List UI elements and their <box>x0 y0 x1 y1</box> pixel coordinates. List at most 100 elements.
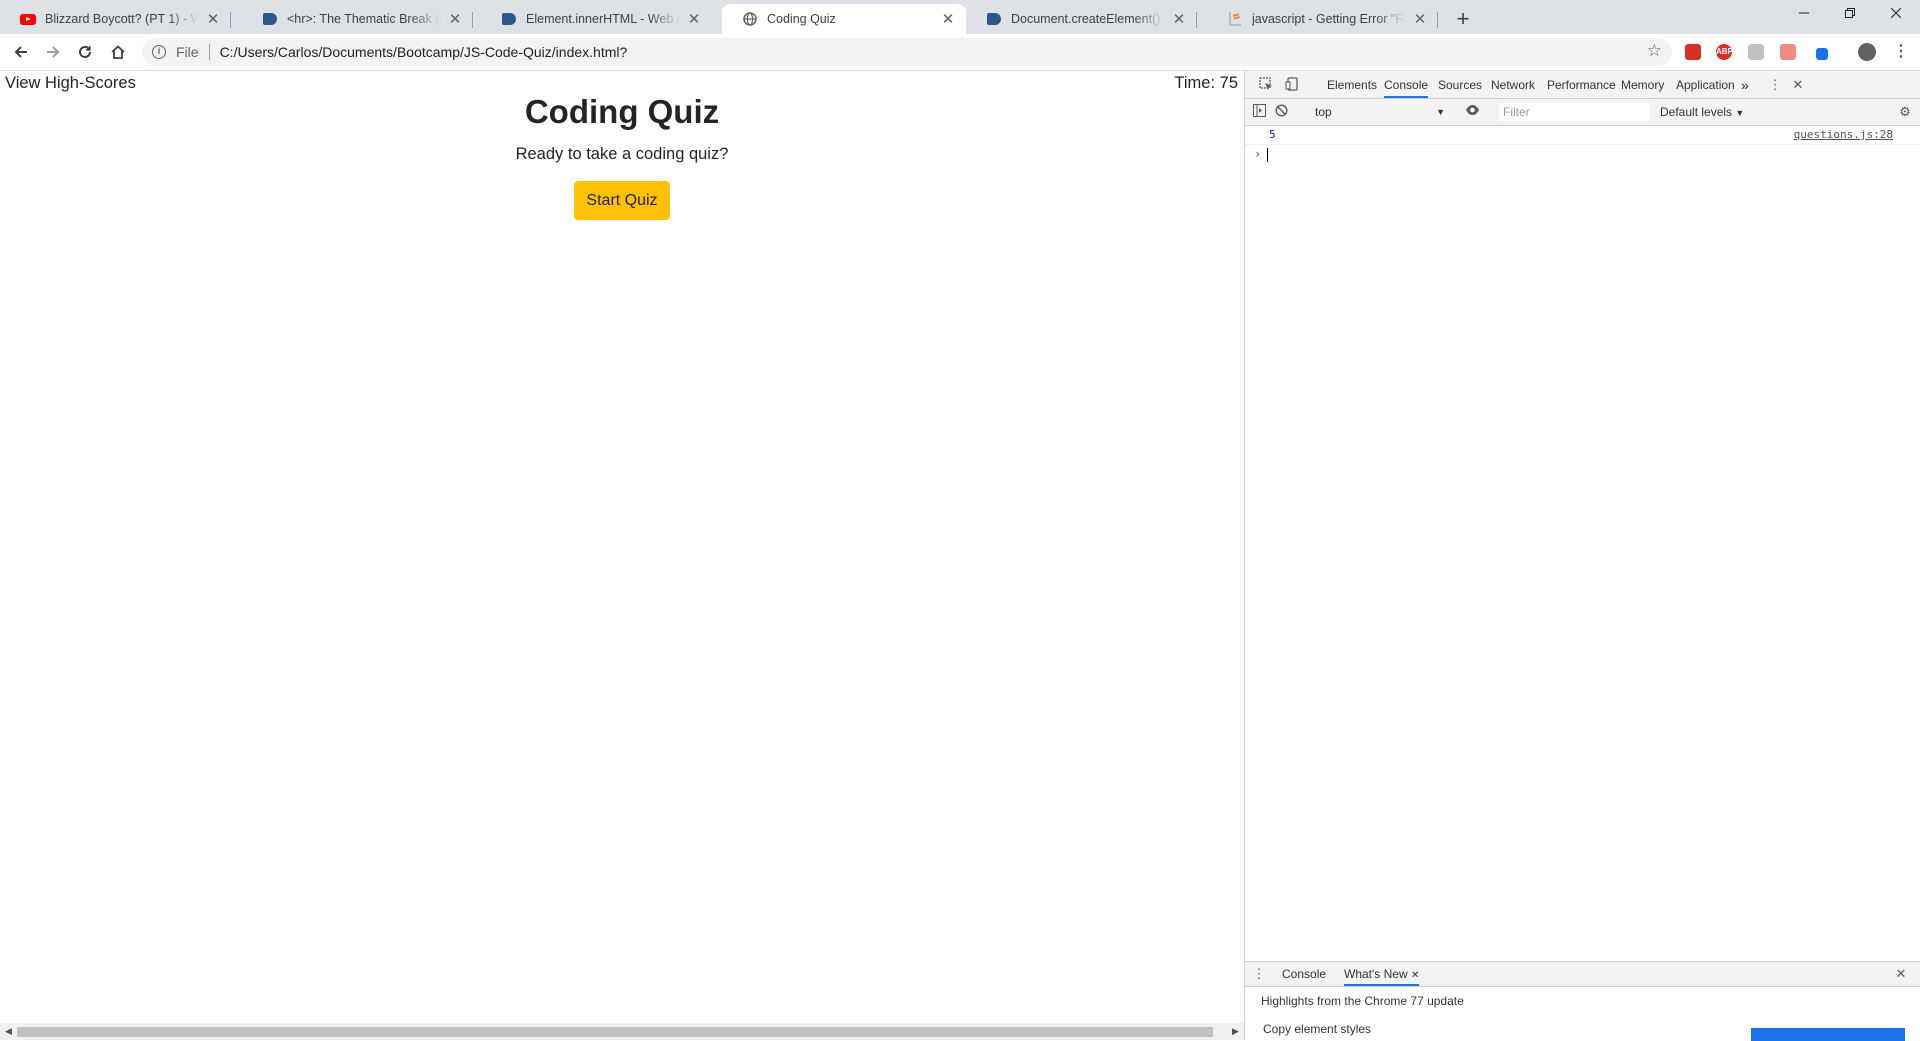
menu-kebab-icon[interactable]: ⋮ <box>1893 44 1909 60</box>
quiz-title: Coding Quiz <box>524 93 720 130</box>
inspect-element-icon[interactable] <box>1258 77 1274 93</box>
tab-title: Coding Quiz <box>767 12 836 26</box>
close-icon[interactable]: ✕ <box>940 10 956 28</box>
view-high-scores-link[interactable]: View High-Scores <box>5 74 136 93</box>
browser-toolbar: i File C:/Users/Carlos/Documents/Bootcam… <box>0 34 1920 71</box>
scrollbar-thumb[interactable] <box>17 1027 1213 1037</box>
text-caret <box>1267 148 1268 162</box>
devtools-tab-network[interactable]: Network <box>1491 71 1535 98</box>
drawer-tab-whats-new-label: What's New <box>1344 967 1408 981</box>
bookmark-star-icon[interactable]: ☆ <box>1647 41 1662 61</box>
dropdown-caret-icon: ▼ <box>1735 108 1745 118</box>
console-log-row: 5 questions.js:28 <box>1245 126 1920 145</box>
info-icon[interactable]: i <box>152 45 166 59</box>
extension-blue-icon[interactable] <box>1816 48 1828 60</box>
browser-tab-stackoverflow[interactable]: javascript - Getting Error "Form submiss… <box>1207 4 1438 34</box>
close-icon <box>1890 7 1902 19</box>
console-prompt[interactable]: › <box>1245 145 1920 165</box>
devtools-menu-icon[interactable]: ⋮ <box>1767 77 1783 93</box>
restore-button[interactable] <box>1827 0 1873 30</box>
drawer-tab-whats-new[interactable]: What's New ✕ <box>1344 962 1420 986</box>
console-toolbar: top ▼ Filter Default levels ▼ ⚙ <box>1245 99 1920 126</box>
drawer-tab-bar: ⋮ Console What's New ✕ ✕ <box>1245 962 1920 987</box>
browser-tab-hr[interactable]: <hr>: The Thematic Break (Horizontal Rul… <box>242 4 473 34</box>
context-value: top <box>1315 105 1332 119</box>
page-viewport: View High-Scores Time: 75 Coding Quiz Re… <box>0 71 1244 1040</box>
more-tabs-icon[interactable]: » <box>1741 71 1749 98</box>
devtools-close-icon[interactable]: ✕ <box>1790 77 1806 93</box>
address-bar[interactable]: i File C:/Users/Carlos/Documents/Bootcam… <box>142 38 1672 66</box>
drawer-menu-icon[interactable]: ⋮ <box>1251 966 1267 982</box>
browser-tab-coding-quiz[interactable]: Coding Quiz ✕ <box>722 4 966 34</box>
device-toolbar-icon[interactable] <box>1284 77 1300 93</box>
url-text[interactable]: C:/Users/Carlos/Documents/Bootcamp/JS-Co… <box>220 44 628 60</box>
whats-new-heading: Highlights from the Chrome 77 update <box>1261 994 1464 1008</box>
mdn-icon <box>986 11 1002 27</box>
console-output: 5 questions.js:28 › <box>1245 126 1920 165</box>
browser-tab-youtube[interactable]: Blizzard Boycott? (PT 1) - WAN Show ✕ <box>0 4 231 34</box>
forward-arrow-icon <box>47 46 60 58</box>
drawer-tab-console[interactable]: Console <box>1282 962 1326 986</box>
tab-title: Blizzard Boycott? (PT 1) - WAN Show <box>45 12 199 26</box>
clear-console-icon[interactable] <box>1273 104 1289 120</box>
reload-icon <box>79 45 91 58</box>
prompt-chevron-icon: › <box>1254 147 1262 161</box>
log-source-link[interactable]: questions.js:28 <box>1794 128 1893 141</box>
context-selector[interactable]: top ▼ <box>1315 103 1445 121</box>
live-expression-eye-icon[interactable] <box>1464 104 1480 120</box>
forward-button[interactable] <box>39 38 67 66</box>
back-button[interactable] <box>7 38 35 66</box>
horizontal-scrollbar[interactable]: ◀ ▶ <box>0 1023 1244 1040</box>
extension-gray-icon[interactable] <box>1748 44 1764 60</box>
devtools-tab-sources[interactable]: Sources <box>1438 71 1482 98</box>
window-close-button[interactable] <box>1873 0 1919 30</box>
home-icon <box>111 45 125 59</box>
reload-button[interactable] <box>71 38 99 66</box>
youtube-icon <box>20 11 36 27</box>
devtools-tab-application[interactable]: Application <box>1676 71 1735 98</box>
scroll-left-icon[interactable]: ◀ <box>0 1023 17 1040</box>
close-icon[interactable]: ✕ <box>1411 970 1419 981</box>
sidebar-toggle-icon[interactable] <box>1251 104 1267 120</box>
extension-red-icon[interactable] <box>1685 44 1701 60</box>
new-tab-button[interactable]: + <box>1449 6 1477 34</box>
tab-title: Document.createElement() - Web APIs <box>1011 12 1165 26</box>
close-icon[interactable]: ✕ <box>1171 10 1187 28</box>
close-icon[interactable]: ✕ <box>1412 10 1428 28</box>
back-arrow-icon <box>14 46 27 58</box>
log-levels-dropdown[interactable]: Default levels ▼ <box>1660 103 1744 122</box>
tab-strip: Blizzard Boycott? (PT 1) - WAN Show ✕ <h… <box>0 0 1920 34</box>
dropdown-caret-icon: ▼ <box>1436 107 1445 117</box>
close-icon[interactable]: ✕ <box>205 10 221 28</box>
start-quiz-button[interactable]: Start Quiz <box>574 181 670 220</box>
minimize-button[interactable] <box>1781 0 1827 30</box>
mdn-icon <box>262 11 278 27</box>
console-settings-gear-icon[interactable]: ⚙ <box>1897 104 1913 120</box>
console-filter-input[interactable]: Filter <box>1499 103 1649 121</box>
tab-title: Element.innerHTML - Web APIs | MDN <box>526 12 680 26</box>
browser-tab-innerhtml[interactable]: Element.innerHTML - Web APIs | MDN ✕ <box>481 4 712 34</box>
scheme-label: File <box>176 44 199 60</box>
home-button[interactable] <box>104 38 132 66</box>
scroll-right-icon[interactable]: ▶ <box>1227 1023 1244 1040</box>
devtools-tab-console[interactable]: Console <box>1384 71 1429 98</box>
devtools-tab-performance[interactable]: Performance <box>1547 71 1616 98</box>
stackoverflow-icon <box>1227 11 1243 27</box>
browser-tab-createelement[interactable]: Document.createElement() - Web APIs ✕ <box>966 4 1197 34</box>
mdn-icon <box>501 11 517 27</box>
restore-icon <box>1845 8 1855 18</box>
timer-display: Time: 75 <box>1174 74 1238 92</box>
devtools-panel: Elements Console Sources Network Perform… <box>1244 71 1920 1041</box>
tab-title: javascript - Getting Error "Form submiss… <box>1252 12 1406 26</box>
extension-orange-icon[interactable] <box>1780 44 1796 60</box>
globe-icon <box>742 11 758 27</box>
adblock-plus-icon[interactable]: ABP <box>1716 44 1733 60</box>
close-icon[interactable]: ✕ <box>447 10 463 28</box>
devtools-tab-memory[interactable]: Memory <box>1621 71 1664 98</box>
devtools-drawer: ⋮ Console What's New ✕ ✕ Highlights from… <box>1245 961 1920 1041</box>
profile-avatar[interactable] <box>1858 43 1876 61</box>
devtools-tab-elements[interactable]: Elements <box>1327 71 1377 98</box>
log-value: 5 <box>1269 128 1276 141</box>
drawer-close-icon[interactable]: ✕ <box>1893 966 1909 982</box>
close-icon[interactable]: ✕ <box>686 10 702 28</box>
